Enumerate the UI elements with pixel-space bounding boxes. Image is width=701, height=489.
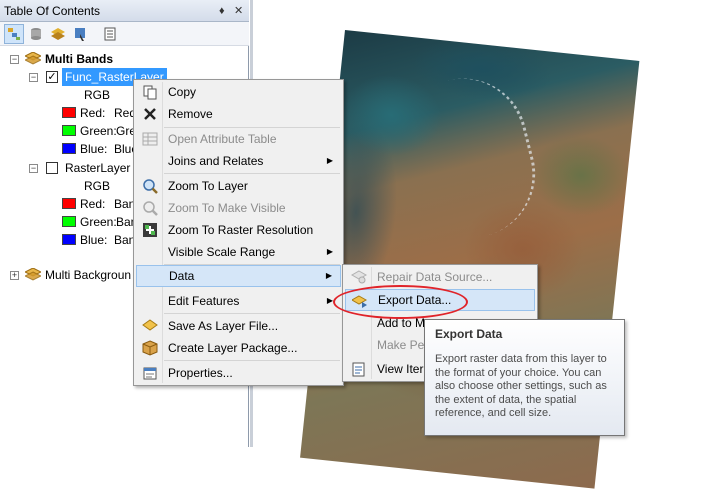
zoom-visible-icon: [142, 200, 158, 216]
collapse-icon[interactable]: −: [10, 55, 19, 64]
list-by-source-icon[interactable]: [26, 24, 46, 44]
layer-context-menu: Copy Remove Open Attribute Table Joins a…: [133, 79, 344, 386]
table-icon: [142, 131, 158, 147]
band-label: Blue:: [80, 142, 108, 156]
expand-icon[interactable]: +: [10, 271, 19, 280]
tooltip-title: Export Data: [435, 327, 503, 341]
submenu-arrow-icon: ▶: [326, 156, 333, 165]
collapse-icon[interactable]: −: [29, 164, 38, 173]
menu-item-visible-scale-range[interactable]: Visible Scale Range ▶: [136, 241, 341, 263]
options-icon[interactable]: [100, 24, 120, 44]
toc-title: Table Of Contents: [4, 4, 101, 18]
properties-icon: [142, 365, 158, 381]
menu-item-zoom-to-raster-resolution[interactable]: Zoom To Raster Resolution: [136, 219, 341, 241]
zoom-layer-icon: [142, 178, 158, 194]
group-layer-icon: [23, 267, 43, 282]
highlight-ellipse: [333, 285, 468, 319]
layer-file-icon: [142, 318, 158, 334]
menu-item-save-as-layer-file[interactable]: Save As Layer File...: [136, 315, 341, 337]
list-by-selection-icon[interactable]: [70, 24, 90, 44]
tooltip-body: Export raster data from this layer to th…: [435, 353, 607, 419]
color-swatch[interactable]: [62, 198, 76, 209]
color-swatch[interactable]: [62, 234, 76, 245]
view-icon: [351, 361, 367, 377]
submenu-arrow-icon: ▶: [325, 271, 332, 280]
menu-item-open-attribute-table[interactable]: Open Attribute Table: [136, 128, 341, 150]
menu-item-create-layer-package[interactable]: Create Layer Package...: [136, 337, 341, 359]
menu-item-zoom-to-layer[interactable]: Zoom To Layer: [136, 175, 341, 197]
band-label: Green:: [80, 124, 117, 138]
color-swatch[interactable]: [62, 216, 76, 227]
group-layer-label: Multi Backgroun: [45, 268, 132, 282]
band-label: Red:: [80, 197, 106, 211]
remove-icon: [142, 106, 158, 122]
list-by-visibility-icon[interactable]: [48, 24, 68, 44]
layer-package-icon: [142, 340, 158, 356]
raster-coastline: [354, 64, 549, 259]
group-layer-multi-bands[interactable]: − Multi Bands: [0, 50, 249, 68]
menu-item-zoom-to-make-visible[interactable]: Zoom To Make Visible: [136, 197, 341, 219]
menu-item-properties[interactable]: Properties...: [136, 362, 341, 384]
color-swatch[interactable]: [62, 143, 76, 154]
renderer-label: RGB: [84, 88, 111, 102]
layer-label[interactable]: RasterLayer: [65, 159, 130, 177]
submenu-arrow-icon: ▶: [326, 247, 333, 256]
layer-visibility-checkbox[interactable]: ✓: [46, 71, 58, 83]
band-label: Red:: [80, 106, 106, 120]
toc-toolbar: [0, 22, 249, 46]
toc-title-bar: Table Of Contents ♦ ✕: [0, 0, 249, 22]
color-swatch[interactable]: [62, 125, 76, 136]
repair-icon: [351, 269, 367, 285]
menu-item-joins-and-relates[interactable]: Joins and Relates ▶: [136, 150, 341, 172]
layer-visibility-checkbox[interactable]: [46, 162, 58, 174]
zoom-resolution-icon: [142, 222, 158, 238]
group-layer-label: Multi Bands: [45, 52, 113, 66]
collapse-icon[interactable]: −: [29, 73, 38, 82]
list-by-drawing-order-icon[interactable]: [4, 24, 24, 44]
band-label: Blue:: [80, 233, 108, 247]
copy-icon: [142, 84, 158, 100]
close-icon[interactable]: ✕: [234, 0, 243, 22]
menu-item-remove[interactable]: Remove: [136, 103, 341, 125]
menu-item-edit-features[interactable]: Edit Features ▶: [136, 290, 341, 312]
band-label: Green:: [80, 215, 117, 229]
color-swatch[interactable]: [62, 107, 76, 118]
renderer-label: RGB: [84, 179, 111, 193]
menu-item-repair-data-source[interactable]: Repair Data Source...: [345, 266, 535, 288]
pin-icon[interactable]: ♦: [219, 0, 225, 22]
group-layer-icon: [23, 51, 43, 66]
menu-item-copy[interactable]: Copy: [136, 81, 341, 103]
menu-item-data[interactable]: Data ▶: [136, 265, 341, 287]
export-data-tooltip: Export Data Export raster data from this…: [424, 319, 625, 436]
